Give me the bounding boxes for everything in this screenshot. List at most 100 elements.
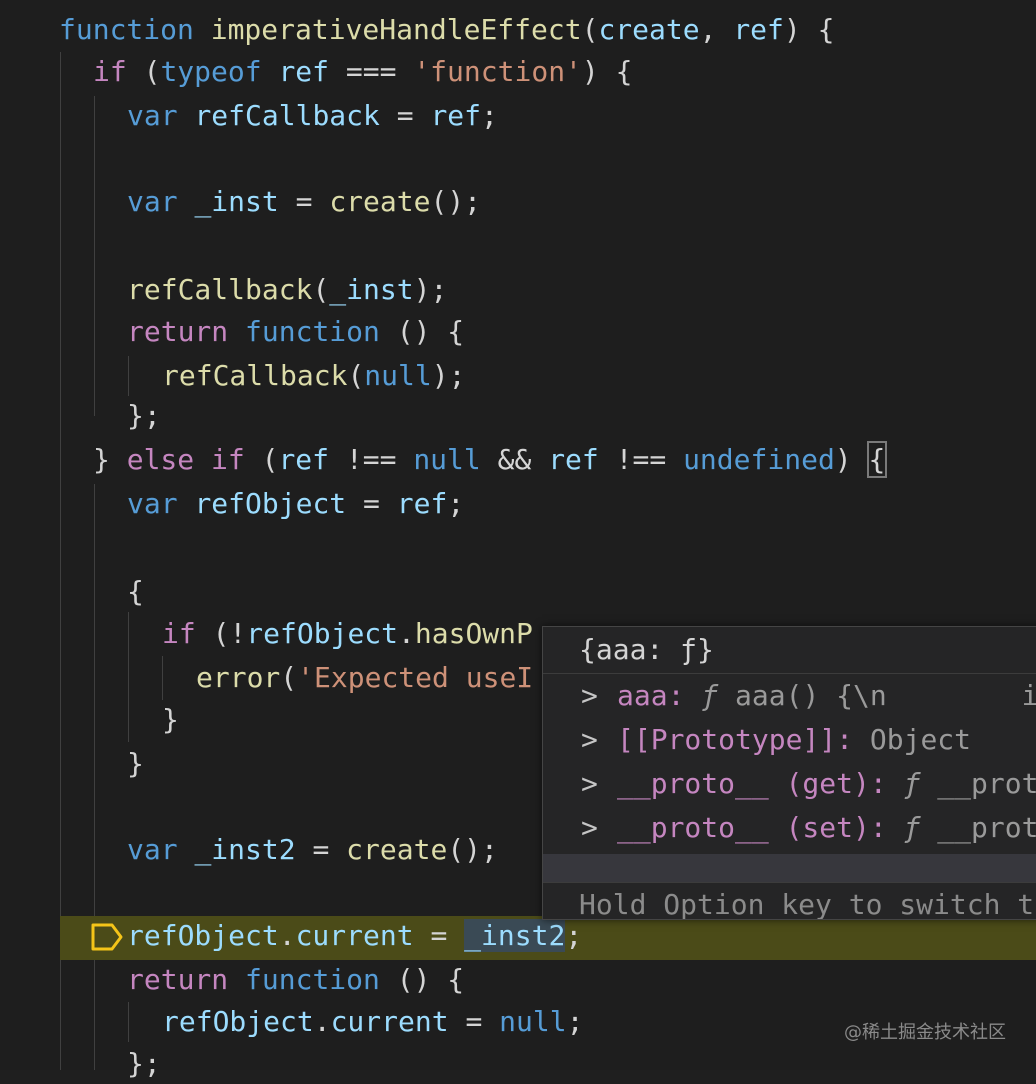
code-line[interactable]: } (162, 700, 179, 740)
chevron-right-icon[interactable]: > (581, 806, 598, 850)
punctuation: }; (127, 399, 161, 432)
code-line[interactable]: } else if (ref !== null && ref !== undef… (93, 440, 888, 480)
punctuation: ) (834, 443, 869, 476)
operator: === (329, 55, 414, 88)
function-call: hasOwnP (414, 617, 533, 650)
code-line[interactable]: } (127, 744, 144, 784)
chevron-right-icon[interactable]: > (581, 674, 598, 718)
indent-guide (94, 484, 95, 1070)
operator: && (480, 443, 549, 476)
watermark: @稀土掘金技术社区 (844, 1022, 1006, 1043)
code-line[interactable]: error('Expected useI (196, 658, 533, 698)
code-line[interactable]: }; (127, 1044, 161, 1084)
code-line[interactable]: function imperativeHandleEffect(create, … (59, 10, 834, 50)
code-line[interactable]: { (127, 572, 144, 612)
code-line[interactable]: var _inst = create(); (127, 182, 481, 222)
indent-guide (128, 356, 129, 396)
keyword: function (59, 13, 194, 46)
code-line[interactable]: return function () { (127, 960, 464, 1000)
hovered-variable[interactable]: _inst2 (464, 919, 566, 952)
chevron-right-icon[interactable]: > (581, 762, 598, 806)
punctuation: . (313, 1005, 331, 1038)
code-line[interactable]: }; (127, 396, 161, 436)
chevron-right-icon[interactable]: > (581, 718, 598, 762)
code-editor[interactable]: function imperativeHandleEffect(create, … (0, 0, 1036, 1080)
variable: ref (430, 99, 482, 132)
function-name: imperativeHandleEffect (210, 13, 582, 46)
punctuation: ) { (783, 13, 835, 46)
punctuation: ( (126, 55, 161, 88)
current-statement-arrow-icon[interactable] (90, 922, 124, 952)
variable: _inst (329, 273, 414, 306)
keyword: null (499, 1005, 567, 1038)
hover-item-content: aaa: ƒ aaa() {\n inp (617, 674, 1036, 718)
property-name: aaa (617, 679, 668, 712)
function-call: error (196, 661, 281, 694)
param: ref (733, 13, 784, 46)
debug-hover-widget[interactable]: {aaa: ƒ} > aaa: ƒ aaa() {\n inp > [[Prot… (542, 626, 1036, 920)
punctuation: ; (566, 1005, 584, 1038)
keyword: null (364, 359, 432, 392)
param: create (598, 13, 700, 46)
punctuation: } (93, 443, 127, 476)
variable: refObject (246, 617, 399, 650)
property: current (295, 919, 414, 952)
property-name: [[Prototype]] (617, 723, 837, 756)
punctuation: (! (195, 617, 247, 650)
code-line-paused[interactable]: refObject.current = _inst2; (127, 916, 582, 956)
property: current (330, 1005, 449, 1038)
code-line[interactable]: var refObject = ref; (127, 484, 464, 524)
property-value: __proto_ (937, 767, 1036, 800)
punctuation: (); (447, 833, 498, 866)
punctuation: ); (431, 359, 466, 392)
keyword: return (127, 963, 229, 996)
hover-header: {aaa: ƒ} (543, 627, 1036, 674)
code-line[interactable]: refObject.current = null; (162, 1002, 583, 1042)
keyword: function (245, 963, 380, 996)
punctuation: } (127, 747, 144, 780)
punctuation: () { (379, 963, 465, 996)
function-call: refCallback (127, 273, 313, 306)
variable: ref (396, 487, 448, 520)
keyword: var (127, 833, 178, 866)
operator: = (379, 99, 431, 132)
variable: refObject (194, 487, 347, 520)
code-line[interactable]: return function () { (127, 312, 464, 352)
function-call: create (346, 833, 448, 866)
operator: = (413, 919, 465, 952)
function-symbol: ƒ (903, 767, 921, 800)
function-symbol: ƒ (701, 679, 719, 712)
punctuation: ( (347, 359, 365, 392)
hover-tree-item[interactable]: > aaa: ƒ aaa() {\n inp (543, 674, 1036, 718)
variable: _inst2 (194, 833, 296, 866)
indent-guide (128, 1002, 129, 1042)
variable: _inst (194, 185, 279, 218)
separator: : (869, 811, 904, 844)
punctuation: ; (565, 919, 583, 952)
keyword: else (126, 443, 195, 476)
hover-tree-item[interactable]: > __proto__ (get): ƒ __proto_ (543, 762, 1036, 806)
keyword: function (245, 315, 380, 348)
hover-tree-item[interactable]: > __proto__ (set): ƒ __proto_ (543, 806, 1036, 850)
keyword: if (162, 617, 196, 650)
function-call: create (329, 185, 431, 218)
code-line[interactable]: refCallback(_inst); (127, 270, 447, 310)
code-line[interactable]: refCallback(null); (162, 356, 465, 396)
punctuation: }; (127, 1047, 161, 1080)
variable: ref (278, 55, 330, 88)
keyword: var (127, 185, 178, 218)
code-line[interactable]: if (!refObject.hasOwnP (162, 614, 533, 654)
code-line[interactable]: var refCallback = ref; (127, 96, 498, 136)
punctuation: ( (280, 661, 298, 694)
code-line[interactable]: if (typeof ref === 'function') { (93, 52, 632, 92)
hover-item-content: __proto__ (get): ƒ __proto_ (617, 762, 1036, 806)
code-line[interactable]: var _inst2 = create(); (127, 830, 498, 870)
operator: !== (598, 443, 684, 476)
hover-tree-item[interactable]: > [[Prototype]]: Object (543, 718, 1036, 762)
